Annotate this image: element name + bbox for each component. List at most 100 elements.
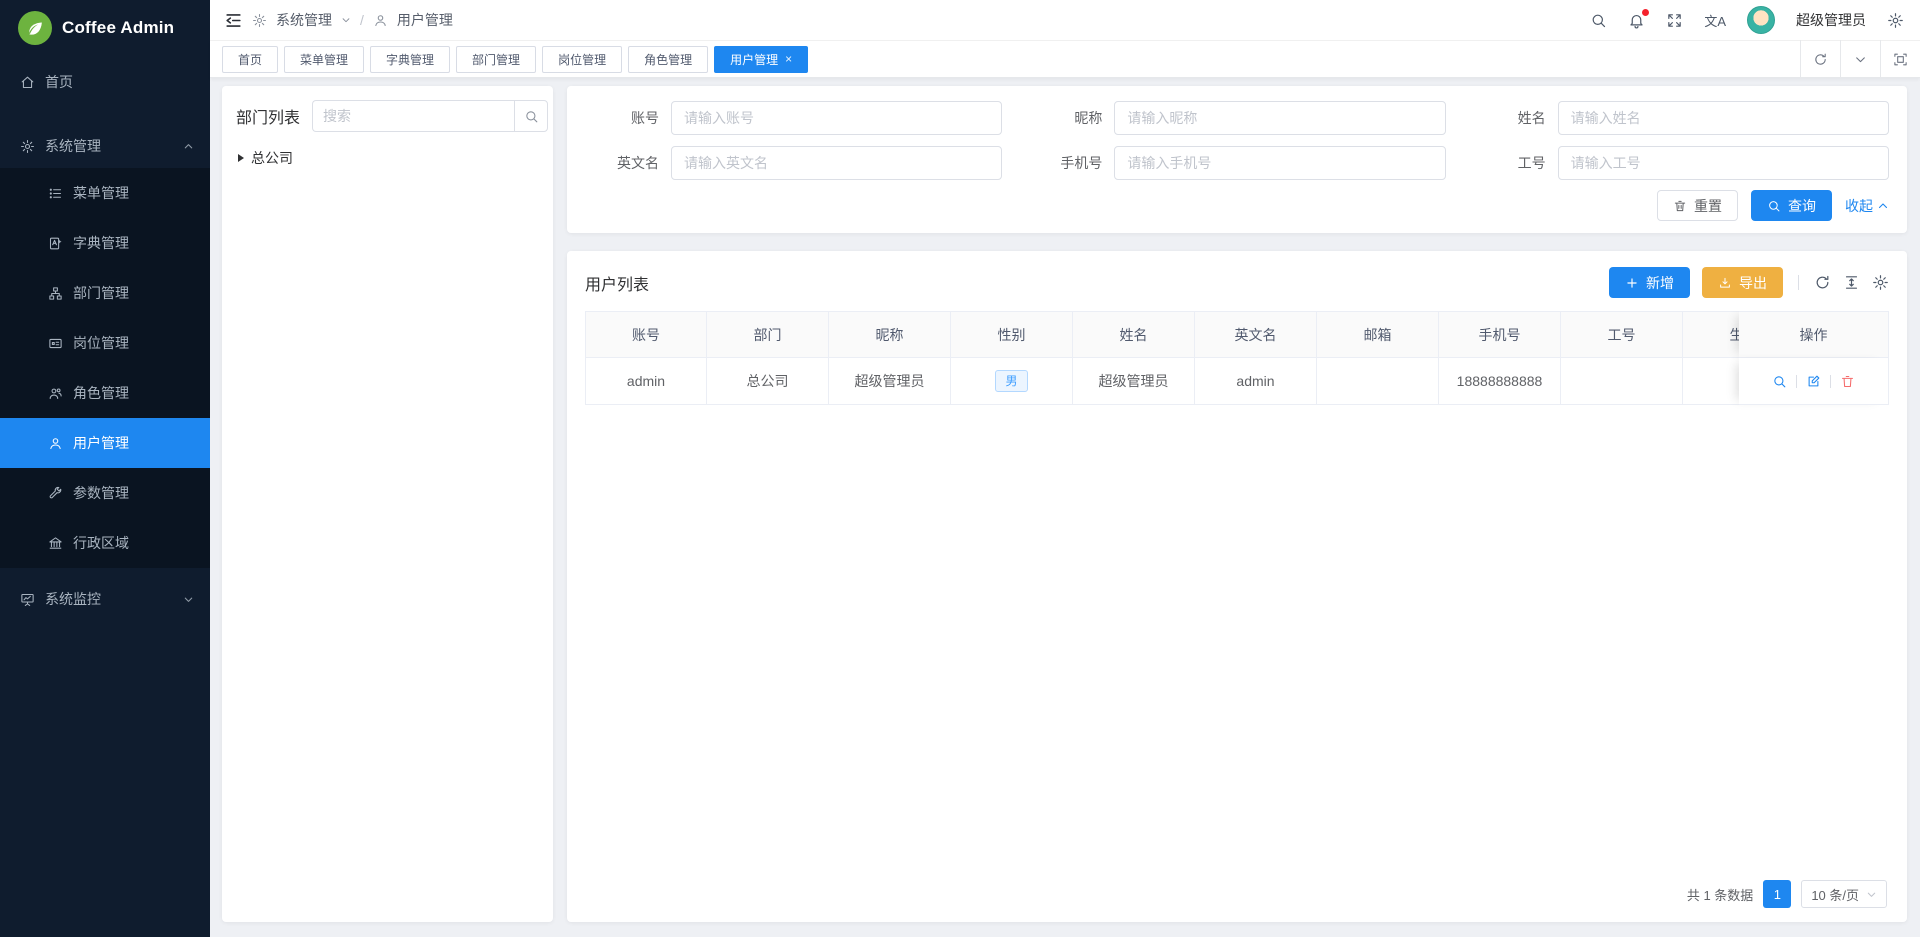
- field-phone: 手机号: [1028, 146, 1445, 180]
- edit-row-button[interactable]: [1806, 374, 1821, 389]
- translate-icon: 文A: [1704, 11, 1726, 30]
- field-work-no: 工号: [1472, 146, 1889, 180]
- caret-right-icon[interactable]: [238, 154, 244, 162]
- notification-button[interactable]: [1628, 12, 1645, 29]
- department-search-input[interactable]: [312, 100, 514, 132]
- toolbar-divider: [1798, 275, 1799, 290]
- user-table-scroll-area[interactable]: 账号 部门 昵称 性别 姓名 英文名 邮箱 手机号 工号 生日: [585, 311, 1889, 869]
- department-panel-title: 部门列表: [236, 104, 300, 128]
- bank-icon: [48, 536, 63, 551]
- form-actions: 重置 查询 收起: [585, 190, 1889, 221]
- tab-user-mgmt[interactable]: 用户管理 ×: [714, 46, 808, 73]
- fullscreen-button[interactable]: [1666, 12, 1683, 29]
- table-row[interactable]: admin 总公司 超级管理员 男 超级管理员 admin 1888888888…: [585, 358, 1889, 405]
- reset-button[interactable]: 重置: [1657, 190, 1738, 221]
- sidebar-item-admin-region[interactable]: 行政区域: [0, 518, 210, 568]
- tree-node-label: 总公司: [251, 148, 293, 168]
- tab-dept-mgmt[interactable]: 部门管理: [456, 46, 536, 73]
- leaf-logo-icon: [18, 11, 52, 45]
- gear-icon: [1872, 274, 1889, 291]
- nickname-input[interactable]: [1114, 101, 1445, 135]
- tab-home[interactable]: 首页: [222, 46, 278, 73]
- sidebar-item-label: 系统管理: [45, 136, 101, 156]
- sidebar-item-user-mgmt[interactable]: 用户管理: [0, 418, 210, 468]
- refresh-tab-button[interactable]: [1800, 40, 1840, 78]
- refresh-table-button[interactable]: [1814, 274, 1831, 291]
- sidebar-item-post-mgmt[interactable]: 岗位管理: [0, 318, 210, 368]
- add-user-button[interactable]: 新增: [1609, 267, 1690, 298]
- edit-icon: [1806, 374, 1821, 389]
- sidebar-item-home[interactable]: 首页: [0, 62, 210, 102]
- sidebar-item-label: 系统监控: [45, 589, 101, 609]
- department-search-button[interactable]: [514, 100, 548, 132]
- sidebar-item-menu-mgmt[interactable]: 菜单管理: [0, 168, 210, 218]
- sidebar-item-dict-mgmt[interactable]: 字典管理: [0, 218, 210, 268]
- avatar[interactable]: [1747, 6, 1775, 34]
- download-icon: [1718, 276, 1732, 290]
- sidebar-item-label: 岗位管理: [73, 333, 129, 353]
- sidebar-item-dept-mgmt[interactable]: 部门管理: [0, 268, 210, 318]
- action-divider: [1796, 375, 1797, 388]
- sidebar-submenu-system: 菜单管理 字典管理 部门管理 岗位管理 角色管理: [0, 168, 210, 568]
- phone-input[interactable]: [1114, 146, 1445, 180]
- page-content: 部门列表 ⋮ 总公司: [210, 78, 1920, 937]
- english-name-input[interactable]: [671, 146, 1002, 180]
- tab-menu-dropdown[interactable]: [1840, 40, 1880, 78]
- work-no-input[interactable]: [1558, 146, 1889, 180]
- field-english-name: 英文名: [585, 146, 1002, 180]
- app-logo[interactable]: Coffee Admin: [0, 0, 210, 56]
- chevron-down-icon: [183, 594, 194, 605]
- app-title: Coffee Admin: [62, 18, 174, 38]
- chevron-down-icon: [341, 15, 351, 25]
- cell-english-name: admin: [1195, 358, 1317, 405]
- expand-icon: [1666, 12, 1683, 29]
- sidebar: Coffee Admin 首页 系统管理 菜单管理 字典管理: [0, 0, 210, 937]
- sidebar-item-role-mgmt[interactable]: 角色管理: [0, 368, 210, 418]
- breadcrumb-separator: /: [360, 12, 364, 28]
- gear-icon: [252, 13, 267, 28]
- chevron-down-icon: [1854, 53, 1867, 66]
- top-header: 系统管理 / 用户管理 文A: [210, 0, 1920, 40]
- content-fullscreen-button[interactable]: [1880, 40, 1920, 78]
- cell-work-no: [1561, 358, 1683, 405]
- row-height-button[interactable]: [1843, 274, 1860, 291]
- query-button[interactable]: 查询: [1751, 190, 1832, 221]
- view-row-button[interactable]: [1772, 374, 1787, 389]
- app-root: Coffee Admin 首页 系统管理 菜单管理 字典管理: [0, 0, 1920, 937]
- col-english-name: 英文名: [1195, 311, 1317, 358]
- sidebar-item-system[interactable]: 系统管理: [0, 124, 210, 168]
- col-account: 账号: [585, 311, 707, 358]
- settings-button[interactable]: [1887, 12, 1904, 29]
- department-panel: 部门列表 ⋮ 总公司: [222, 86, 553, 922]
- tab-dict-mgmt[interactable]: 字典管理: [370, 46, 450, 73]
- tab-post-mgmt[interactable]: 岗位管理: [542, 46, 622, 73]
- current-user-name[interactable]: 超级管理员: [1796, 10, 1866, 30]
- sidebar-item-label: 行政区域: [73, 533, 129, 553]
- table-header-row: 账号 部门 昵称 性别 姓名 英文名 邮箱 手机号 工号 生日: [585, 311, 1889, 358]
- sidebar-item-monitor[interactable]: 系统监控: [0, 577, 210, 621]
- sidebar-item-param-mgmt[interactable]: 参数管理: [0, 468, 210, 518]
- sidebar-item-label: 菜单管理: [73, 183, 129, 203]
- account-input[interactable]: [671, 101, 1002, 135]
- global-search-button[interactable]: [1590, 12, 1607, 29]
- sidebar-item-label: 首页: [45, 72, 73, 92]
- tab-role-mgmt[interactable]: 角色管理: [628, 46, 708, 73]
- department-search: [312, 100, 548, 132]
- notification-badge: [1642, 9, 1649, 16]
- page-button-1[interactable]: 1: [1763, 880, 1791, 908]
- delete-row-button[interactable]: [1840, 374, 1855, 389]
- page-size-select[interactable]: 10 条/页: [1801, 880, 1887, 908]
- main-area: 系统管理 / 用户管理 文A: [210, 0, 1920, 937]
- table-toolbar: 新增 导出: [1609, 267, 1889, 298]
- sidebar-collapse-button[interactable]: [224, 11, 243, 30]
- export-button[interactable]: 导出: [1702, 267, 1783, 298]
- collapse-form-link[interactable]: 收起: [1845, 196, 1889, 216]
- field-label: 工号: [1472, 153, 1558, 173]
- tree-node-company[interactable]: 总公司: [236, 148, 539, 168]
- tab-menu-mgmt[interactable]: 菜单管理: [284, 46, 364, 73]
- close-icon[interactable]: ×: [785, 53, 792, 65]
- breadcrumb-level1[interactable]: 系统管理: [276, 10, 332, 30]
- column-settings-button[interactable]: [1872, 274, 1889, 291]
- language-switch-button[interactable]: 文A: [1704, 11, 1726, 30]
- name-input[interactable]: [1558, 101, 1889, 135]
